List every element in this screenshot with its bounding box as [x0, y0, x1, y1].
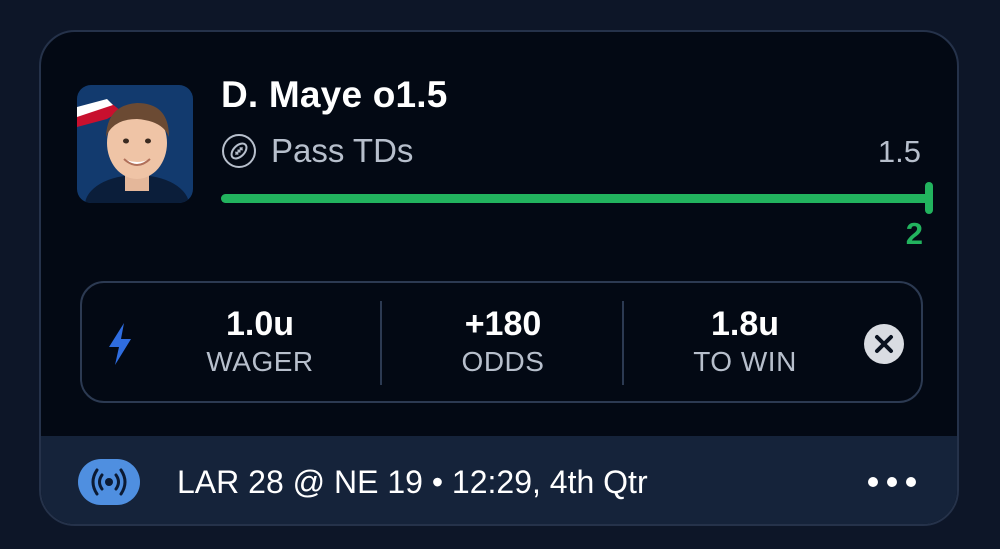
bet-summary: 1.0u WAGER +180 ODDS 1.8u TO WIN: [80, 281, 923, 403]
game-status-bar: LAR 28 @ NE 19 • 12:29, 4th Qtr: [41, 436, 957, 524]
close-icon: [875, 335, 893, 353]
remove-bet-button[interactable]: [864, 324, 904, 364]
to-win-section: 1.8u TO WIN: [665, 283, 825, 401]
divider: [622, 301, 624, 385]
wager-label: WAGER: [206, 346, 314, 377]
live-broadcast-icon: [91, 468, 127, 496]
actual-stat-value: 2: [905, 216, 923, 251]
football-icon: [222, 134, 256, 168]
live-badge[interactable]: [78, 459, 140, 505]
to-win-value: 1.8u: [710, 305, 780, 343]
odds-section: +180 ODDS: [423, 283, 583, 401]
wager-section: 1.0u WAGER: [180, 283, 340, 401]
more-dots-icon[interactable]: [865, 472, 919, 492]
wager-value: 1.0u: [225, 305, 295, 343]
progress-marker: [925, 182, 933, 214]
stat-label: Pass TDs: [271, 132, 414, 169]
bet-card[interactable]: D. Maye o1.5 Pass TDs 1.5 2 1.0u WAGER +…: [39, 30, 959, 526]
lightning-bolt-icon: [109, 323, 131, 365]
odds-value: +180: [464, 305, 542, 343]
progress-fill: [221, 194, 931, 203]
odds-label: ODDS: [461, 346, 545, 377]
player-prop-title: D. Maye o1.5: [221, 74, 448, 115]
progress-bar: [221, 194, 931, 203]
stat-row: Pass TDs: [221, 132, 413, 170]
player-avatar: [77, 85, 193, 203]
prop-line-value: 1.5: [877, 134, 921, 169]
divider: [380, 301, 382, 385]
game-score-info: LAR 28 @ NE 19 • 12:29, 4th Qtr: [177, 464, 648, 500]
to-win-label: TO WIN: [693, 346, 797, 377]
